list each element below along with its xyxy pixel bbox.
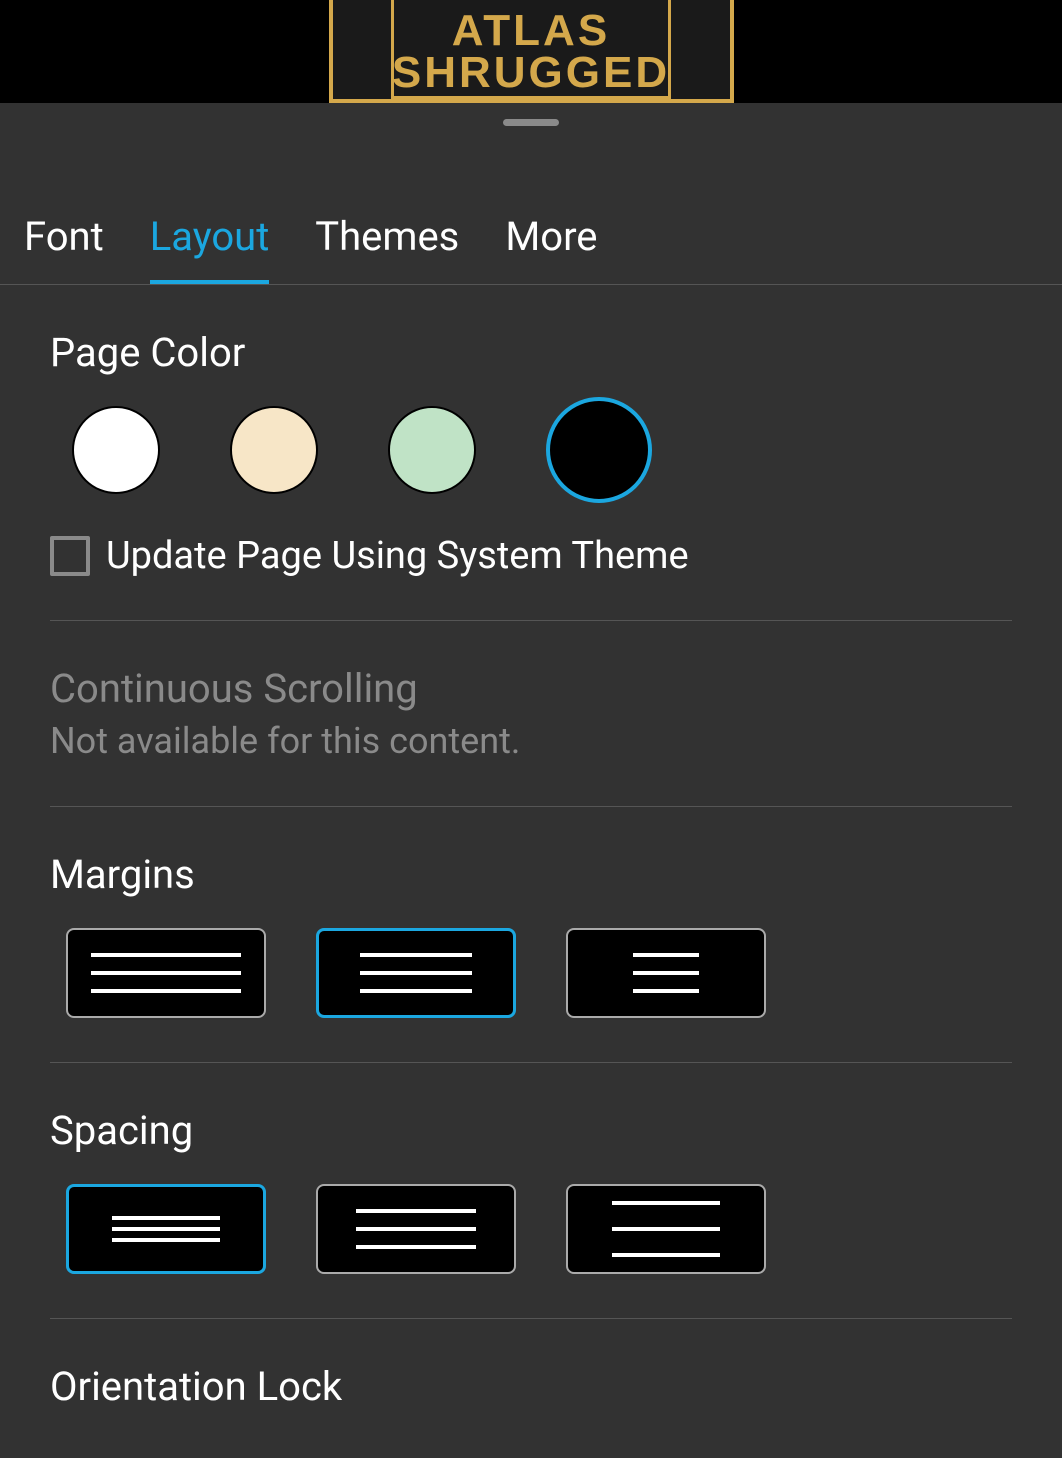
- margin-line-icon: [633, 989, 699, 993]
- settings-panel: Font Layout Themes More Page Color Updat…: [0, 103, 1062, 1458]
- spacing-options: [50, 1184, 1012, 1274]
- spacing-medium[interactable]: [316, 1184, 516, 1274]
- spacing-line-icon: [612, 1201, 720, 1205]
- continuous-scrolling-subtext: Not available for this content.: [50, 720, 1012, 762]
- continuous-scrolling-section: Continuous Scrolling Not available for t…: [50, 621, 1012, 806]
- tab-more[interactable]: More: [505, 213, 597, 284]
- divider: [50, 1318, 1012, 1319]
- margin-line-icon: [633, 953, 699, 957]
- tab-font[interactable]: Font: [24, 213, 104, 284]
- drag-handle[interactable]: [503, 119, 559, 126]
- margin-line-icon: [91, 971, 241, 975]
- spacing-line-icon: [356, 1209, 476, 1213]
- orientation-lock-title: Orientation Lock: [50, 1363, 1012, 1410]
- page-color-black[interactable]: [546, 397, 652, 503]
- book-cover-inner: ATLAS SHRUGGED: [391, 0, 671, 99]
- spacing-tight[interactable]: [66, 1184, 266, 1274]
- spacing-line-icon: [612, 1253, 720, 1257]
- spacing-line-icon: [112, 1238, 220, 1242]
- divider: [50, 1062, 1012, 1063]
- page-color-swatches: [50, 406, 1012, 494]
- margin-line-icon: [360, 989, 472, 993]
- margin-line-icon: [91, 953, 241, 957]
- book-title-line2: SHRUGGED: [392, 52, 670, 94]
- spacing-line-icon: [356, 1245, 476, 1249]
- spacing-line-icon: [612, 1227, 720, 1231]
- book-title-line1: ATLAS: [452, 10, 610, 52]
- margins-medium[interactable]: [316, 928, 516, 1018]
- system-theme-label: Update Page Using System Theme: [106, 534, 689, 578]
- spacing-title: Spacing: [50, 1107, 1012, 1154]
- margin-line-icon: [360, 953, 472, 957]
- spacing-line-icon: [112, 1227, 220, 1231]
- continuous-scrolling-title: Continuous Scrolling: [50, 665, 1012, 712]
- margins-narrow[interactable]: [66, 928, 266, 1018]
- system-theme-checkbox[interactable]: [50, 536, 90, 576]
- tab-themes[interactable]: Themes: [315, 213, 459, 284]
- page-color-sepia[interactable]: [230, 406, 318, 494]
- tab-bar: Font Layout Themes More: [0, 103, 1062, 285]
- spacing-line-icon: [112, 1216, 220, 1220]
- page-color-white[interactable]: [72, 406, 160, 494]
- page-color-green[interactable]: [388, 406, 476, 494]
- margins-title: Margins: [50, 851, 1012, 898]
- margin-line-icon: [633, 971, 699, 975]
- settings-content: Page Color Update Page Using System Them…: [0, 329, 1062, 1410]
- margin-line-icon: [91, 989, 241, 993]
- margins-wide[interactable]: [566, 928, 766, 1018]
- system-theme-row[interactable]: Update Page Using System Theme: [50, 534, 1012, 578]
- book-cover: ATLAS SHRUGGED: [329, 0, 734, 103]
- divider: [50, 806, 1012, 807]
- page-color-title: Page Color: [50, 329, 1012, 376]
- spacing-wide[interactable]: [566, 1184, 766, 1274]
- spacing-line-icon: [356, 1227, 476, 1231]
- margin-line-icon: [360, 971, 472, 975]
- reader-background: ATLAS SHRUGGED: [0, 0, 1062, 103]
- margins-options: [50, 928, 1012, 1018]
- tab-layout[interactable]: Layout: [150, 213, 270, 284]
